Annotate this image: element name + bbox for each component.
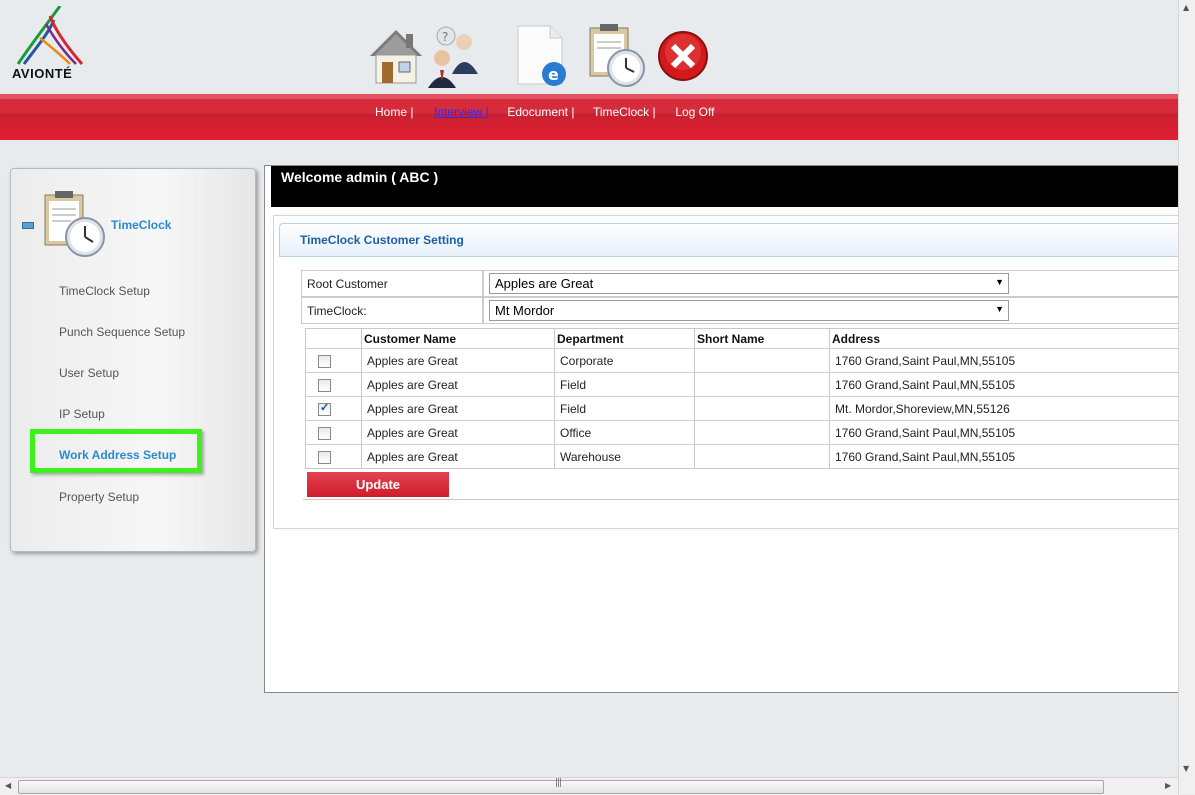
timeclock-icon [44,191,105,257]
scroll-right-arrow-icon[interactable]: ▶ [1165,781,1171,790]
sidebar-item-ip-setup[interactable]: IP Setup [59,407,105,421]
sidebar-item-punch-sequence-setup[interactable]: Punch Sequence Setup [59,325,185,339]
sidebar-item-work-address-setup[interactable]: Work Address Setup [59,448,176,462]
column-header-customer-name: Customer Name [361,328,555,349]
scroll-down-arrow-icon[interactable]: ▼ [1183,764,1189,773]
department-cell: Warehouse [554,444,695,469]
row-checkbox[interactable] [318,450,331,464]
panel-header: TimeClock Customer Setting [279,223,1180,257]
nav-links: Home | Interview | Edocument | TimeClock… [375,105,714,119]
address-cell: 1760 Grand,Saint Paul,MN,55105 [829,444,1179,469]
sidebar-item-property-setup[interactable]: Property Setup [59,490,139,504]
main-content: Welcome admin ( ABC ) TimeClock Customer… [264,165,1181,693]
timeclock-label: TimeClock: [307,304,367,318]
customer-name-cell: Apples are Great [361,348,555,373]
department-cell: Field [554,372,695,397]
horizontal-scrollbar[interactable]: ◀ ||| ▶ [0,777,1178,795]
customer-name-cell: Apples are Great [361,420,555,445]
panel-title: TimeClock Customer Setting [300,233,464,247]
vertical-scrollbar[interactable]: ▲ ▼ [1178,0,1195,794]
sidebar: TimeClock TimeClock Setup Punch Sequence… [10,168,256,552]
nav-timeclock-link[interactable]: TimeClock | [593,105,656,119]
nav-edocument-link[interactable]: Edocument | [507,105,574,119]
root-customer-value: Apples are Great [495,276,594,291]
home-icon[interactable] [364,22,428,90]
svg-text:?: ? [442,30,448,44]
svg-text:e: e [548,65,559,84]
short-name-cell [694,444,830,469]
sidebar-item-timeclock-setup[interactable]: TimeClock Setup [59,284,150,298]
row-checkbox[interactable] [318,426,331,440]
short-name-cell [694,348,830,373]
scroll-up-arrow-icon[interactable]: ▲ [1183,3,1189,12]
table-header-row: Customer Name Department Short Name Addr… [305,328,1179,349]
update-button[interactable]: Update [307,472,449,497]
chevron-down-icon: ▼ [995,277,1004,287]
table-row: Apples are Great Office 1760 Grand,Saint… [305,420,1179,445]
short-name-cell [694,396,830,421]
customer-table: Customer Name Department Short Name Addr… [305,328,1179,469]
root-customer-label: Root Customer [307,277,388,291]
short-name-cell [694,372,830,397]
horizontal-scroll-thumb[interactable]: ||| [18,778,1104,794]
customer-name-cell: Apples are Great [361,396,555,421]
column-header-department: Department [554,328,695,349]
address-cell: 1760 Grand,Saint Paul,MN,55105 [829,348,1179,373]
department-cell: Field [554,396,695,421]
timeclock-icon[interactable] [584,22,648,90]
customer-name-cell: Apples are Great [361,372,555,397]
customer-name-cell: Apples are Great [361,444,555,469]
welcome-text: Welcome admin ( ABC ) [281,169,439,185]
row-checkbox[interactable] [318,401,331,416]
nav-logoff-link[interactable]: Log Off [675,105,714,119]
welcome-bar: Welcome admin ( ABC ) [271,166,1179,207]
divider [303,499,1179,500]
department-cell: Office [554,420,695,445]
column-header-address: Address [829,328,1179,349]
interview-icon[interactable]: ? [424,22,488,90]
short-name-cell [694,420,830,445]
table-row: Apples are Great Corporate 1760 Grand,Sa… [305,348,1179,373]
column-header-short-name: Short Name [694,328,830,349]
timeclock-value: Mt Mordor [495,303,555,318]
nav-interview-link[interactable]: Interview | [434,105,488,119]
brand-name: AVIONTÉ [12,66,73,81]
sidebar-item-user-setup[interactable]: User Setup [59,366,119,380]
edocument-icon[interactable]: e [508,22,572,90]
department-cell: Corporate [554,348,695,373]
table-row: Apples are Great Field 1760 Grand,Saint … [305,372,1179,397]
row-checkbox[interactable] [318,354,331,368]
nav-bar: Home | Interview | Edocument | TimeClock… [0,94,1178,140]
select-column-header [305,328,362,349]
grip-icon: ||| [555,778,562,788]
address-cell: Mt. Mordor,Shoreview,MN,55126 [829,396,1179,421]
scroll-left-arrow-icon[interactable]: ◀ [5,781,11,790]
collapse-toggle[interactable] [22,222,34,229]
address-cell: 1760 Grand,Saint Paul,MN,55105 [829,372,1179,397]
table-row: Apples are Great Warehouse 1760 Grand,Sa… [305,444,1179,469]
root-customer-select[interactable]: Apples are Great ▼ [489,273,1009,294]
sidebar-title[interactable]: TimeClock [111,218,171,232]
table-row: Apples are Great Field Mt. Mordor,Shorev… [305,396,1179,421]
chevron-down-icon: ▼ [995,304,1004,314]
address-cell: 1760 Grand,Saint Paul,MN,55105 [829,420,1179,445]
logoff-icon[interactable] [656,22,720,90]
timeclock-select[interactable]: Mt Mordor ▼ [489,300,1009,321]
row-checkbox[interactable] [318,378,331,392]
nav-home-link[interactable]: Home | [375,105,413,119]
